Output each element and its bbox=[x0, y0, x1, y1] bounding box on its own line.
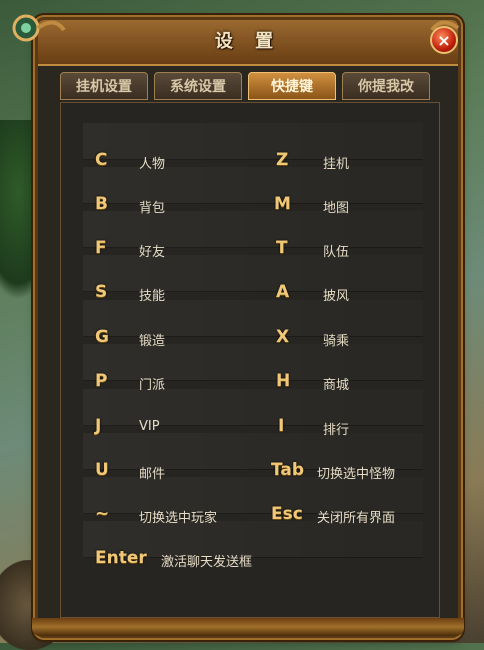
corner-ornament-left-icon bbox=[12, 14, 66, 42]
hotkey-desc: 技能 bbox=[139, 289, 166, 304]
hotkey-row bbox=[83, 167, 423, 204]
hotkey-desc: 切换选中玩家 bbox=[139, 511, 218, 526]
title-bar[interactable]: 设 置 bbox=[38, 20, 458, 66]
hotkey-key: G bbox=[95, 327, 109, 347]
hotkey-desc: 邮件 bbox=[139, 467, 166, 482]
close-button[interactable]: × bbox=[430, 26, 458, 54]
hotkey-row bbox=[83, 211, 423, 248]
close-icon: × bbox=[437, 31, 451, 50]
hotkey-key: S bbox=[95, 282, 108, 302]
hotkey-key: P bbox=[95, 371, 108, 391]
hotkey-row bbox=[83, 344, 423, 381]
hotkey-row bbox=[83, 300, 423, 337]
hotkey-desc: 挂机 bbox=[323, 157, 350, 172]
tab-system-settings[interactable]: 系统设置 bbox=[154, 72, 242, 100]
tab-hotkeys[interactable]: 快捷键 bbox=[248, 72, 336, 100]
hotkey-desc: 地图 bbox=[323, 201, 350, 216]
settings-window: 设 置 × 挂机设置 系统设置 快捷键 你提我改 C 人物 B 背包 F 好友 … bbox=[12, 14, 464, 636]
window-title: 设 置 bbox=[214, 31, 282, 52]
hotkey-key: Enter bbox=[95, 548, 147, 568]
hotkey-key: T bbox=[276, 238, 288, 258]
hotkey-desc: 锻造 bbox=[139, 334, 166, 349]
hotkey-key: I bbox=[278, 416, 285, 436]
hotkey-desc: 队伍 bbox=[323, 245, 350, 260]
hotkey-key: Tab bbox=[271, 460, 305, 480]
hotkey-row bbox=[83, 255, 423, 292]
hotkey-desc: 骑乘 bbox=[323, 334, 350, 349]
hotkey-key: Z bbox=[276, 150, 289, 170]
hotkey-key: F bbox=[95, 238, 107, 258]
hotkey-key: U bbox=[95, 460, 109, 480]
hotkey-key: X bbox=[276, 327, 290, 347]
hotkey-desc: 切换选中怪物 bbox=[317, 467, 396, 482]
hotkey-key: B bbox=[95, 194, 108, 214]
hotkey-desc: 排行 bbox=[323, 423, 350, 438]
hotkey-key: M bbox=[274, 194, 291, 214]
hotkey-desc: 好友 bbox=[139, 245, 166, 260]
hotkey-desc: 人物 bbox=[139, 157, 166, 172]
hotkey-key: J bbox=[95, 416, 102, 436]
hotkey-desc: 商城 bbox=[323, 378, 350, 393]
hotkey-desc: 披风 bbox=[323, 289, 350, 304]
hotkey-row bbox=[83, 123, 423, 160]
tab-afk-settings[interactable]: 挂机设置 bbox=[60, 72, 148, 100]
hotkey-row bbox=[83, 389, 423, 426]
hotkey-key: C bbox=[95, 150, 108, 170]
hotkey-desc: 关闭所有界面 bbox=[317, 511, 396, 526]
hotkey-desc: VIP bbox=[139, 419, 160, 434]
hotkey-key: A bbox=[276, 282, 290, 302]
hotkey-key: ~ bbox=[95, 504, 110, 524]
hotkey-desc: 激活聊天发送框 bbox=[161, 555, 253, 570]
hotkey-desc: 背包 bbox=[139, 201, 166, 216]
hotkey-desc: 门派 bbox=[139, 378, 166, 393]
tab-feedback[interactable]: 你提我改 bbox=[342, 72, 430, 100]
hotkey-key: Esc bbox=[271, 504, 303, 524]
hotkey-key: H bbox=[276, 371, 291, 391]
tab-bar: 挂机设置 系统设置 快捷键 你提我改 bbox=[60, 72, 440, 102]
window-bottom-frame bbox=[32, 618, 464, 636]
hotkey-panel: C 人物 B 背包 F 好友 S 技能 G 锻造 P 门派 J VIP U 邮件… bbox=[60, 102, 440, 618]
